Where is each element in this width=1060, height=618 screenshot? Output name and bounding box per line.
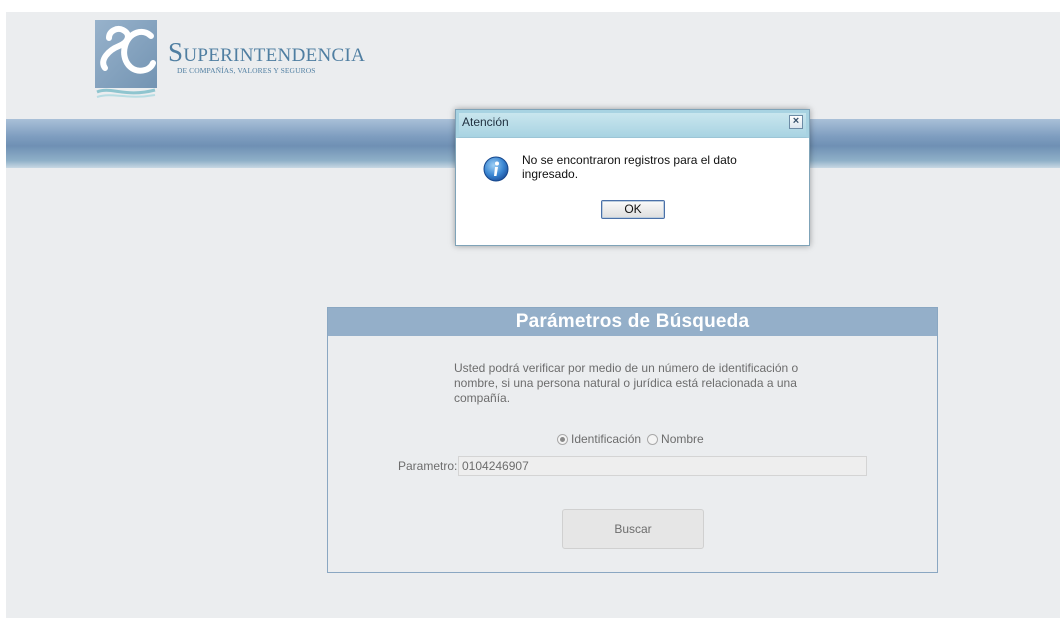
search-button[interactable]: Buscar: [562, 509, 704, 549]
panel-title: Parámetros de Búsqueda: [328, 308, 937, 336]
brand-wordmark: SUPERINTENDENCIA DE COMPAÑÍAS, VALORES Y…: [168, 37, 366, 76]
radio-nombre-label[interactable]: Nombre: [661, 432, 704, 446]
ok-button[interactable]: OK: [601, 200, 665, 219]
brand-title: SUPERINTENDENCIA: [168, 37, 366, 67]
param-label: Parametro:: [398, 459, 458, 473]
radio-nombre[interactable]: [647, 433, 659, 445]
search-panel: Parámetros de Búsqueda Usted podrá verif…: [327, 307, 938, 573]
dialog-message: No se encontraron registros para el dato…: [522, 153, 737, 181]
dialog-title: Atención: [462, 115, 509, 129]
radio-identificacion[interactable]: [557, 433, 568, 445]
radio-identificacion-label[interactable]: Identificación: [571, 432, 641, 446]
alert-dialog: Atención × No se encontraron registros p…: [455, 109, 810, 246]
search-type-radio-group: Identificación Nombre: [557, 432, 704, 446]
sc-logo: [95, 20, 157, 98]
dialog-titlebar[interactable]: Atención ×: [456, 110, 809, 138]
info-icon: [483, 156, 509, 182]
panel-description: Usted podrá verificar por medio de un nú…: [454, 361, 799, 405]
dialog-body: No se encontraron registros para el dato…: [459, 138, 806, 242]
brand-title-rest: UPERINTENDENCIA: [183, 45, 366, 66]
brand-subtitle: DE COMPAÑÍAS, VALORES Y SEGUROS: [177, 66, 316, 75]
close-icon[interactable]: ×: [789, 115, 803, 129]
page: SUPERINTENDENCIA DE COMPAÑÍAS, VALORES Y…: [6, 12, 1060, 618]
param-input[interactable]: 0104246907: [458, 456, 867, 476]
